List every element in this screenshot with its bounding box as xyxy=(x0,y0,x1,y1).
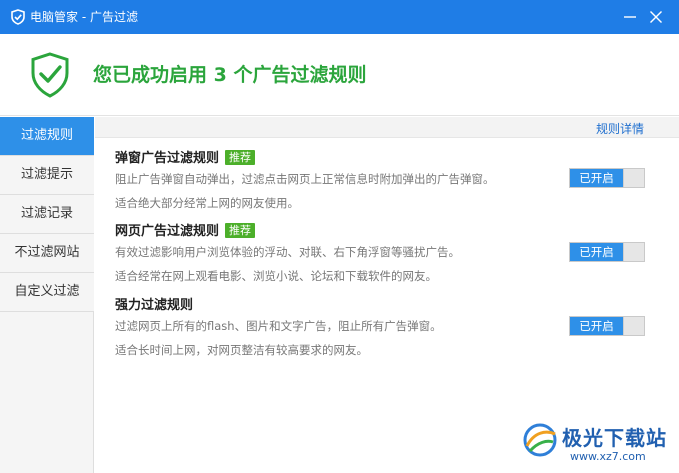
toggle-on-label: 已开启 xyxy=(570,317,623,335)
status-header: 您已成功启用 3 个广告过滤规则 xyxy=(0,34,679,116)
sidebar-item-filter-rules[interactable]: 过滤规则 xyxy=(0,117,94,156)
toggle-knob xyxy=(623,169,644,187)
toggle-on-label: 已开启 xyxy=(570,169,623,187)
toggle-knob xyxy=(623,243,644,261)
toggle-knob xyxy=(623,317,644,335)
rules-details-link[interactable]: 规则详情 xyxy=(596,120,644,137)
watermark-url: www.xz7.com xyxy=(570,450,646,463)
sidebar: 过滤规则 过滤提示 过滤记录 不过滤网站 自定义过滤 xyxy=(0,117,94,473)
rule-audience: 适合绝大部分经常上网的网友使用。 xyxy=(115,196,299,210)
rule-audience: 适合经常在网上观看电影、浏览小说、论坛和下载软件的网友。 xyxy=(115,269,437,283)
shield-check-icon xyxy=(31,52,69,98)
sidebar-item-filter-log[interactable]: 过滤记录 xyxy=(0,195,94,234)
title-bar: 电脑管家 - 广告过滤 xyxy=(0,0,679,34)
recommended-badge: 推荐 xyxy=(225,150,256,165)
rule-title: 弹窗广告过滤规则 推荐 xyxy=(115,150,675,168)
sidebar-item-custom-filter[interactable]: 自定义过滤 xyxy=(0,273,94,312)
rule-strong-filter-toggle[interactable]: 已开启 xyxy=(569,316,645,336)
rule-webpage-ads-toggle[interactable]: 已开启 xyxy=(569,242,645,262)
rule-title-text: 弹窗广告过滤规则 xyxy=(115,151,220,166)
rule-audience: 适合长时间上网，对网页整洁有较高要求的网友。 xyxy=(115,343,368,357)
minimize-icon[interactable] xyxy=(620,7,640,27)
close-icon[interactable] xyxy=(646,7,666,27)
aurora-logo-icon xyxy=(523,423,557,457)
shield-check-icon xyxy=(11,9,25,25)
rule-title-text: 网页广告过滤规则 xyxy=(115,224,220,239)
watermark-brand: 极光下载站 xyxy=(562,426,667,450)
recommended-badge: 推荐 xyxy=(225,223,256,238)
sidebar-item-filter-tips[interactable]: 过滤提示 xyxy=(0,156,94,195)
toggle-on-label: 已开启 xyxy=(570,243,623,261)
status-headline: 您已成功启用 3 个广告过滤规则 xyxy=(93,64,367,86)
sidebar-item-whitelist[interactable]: 不过滤网站 xyxy=(0,234,94,273)
rule-popup-ads-toggle[interactable]: 已开启 xyxy=(569,168,645,188)
watermark: 极光下载站 www.xz7.com xyxy=(520,418,675,470)
rule-title-text: 强力过滤规则 xyxy=(115,298,194,313)
rules-toolbar: 规则详情 xyxy=(95,117,679,138)
rule-title: 强力过滤规则 xyxy=(115,297,675,315)
window-title: 电脑管家 - 广告过滤 xyxy=(30,10,138,24)
rule-title: 网页广告过滤规则 推荐 xyxy=(115,223,675,241)
